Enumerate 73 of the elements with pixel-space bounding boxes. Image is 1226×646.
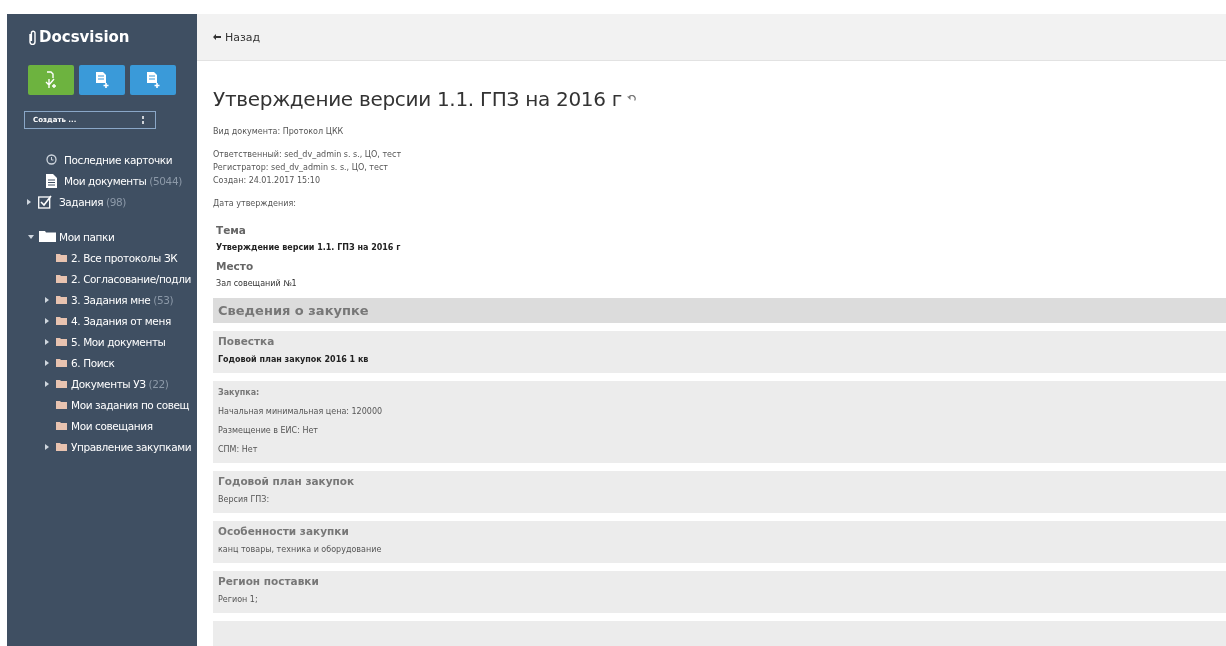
- nav-link[interactable]: Мои документы: [64, 174, 147, 187]
- folder-icon: [56, 337, 67, 346]
- panel-title: Закупка:: [218, 387, 261, 399]
- folder-icon: [56, 421, 67, 430]
- dropdown-arrows-icon: [141, 116, 145, 124]
- document-icon: [46, 173, 57, 188]
- folder-icon: [56, 358, 67, 367]
- folder-icon: [56, 442, 67, 451]
- field-value: Зал совещаний №1: [216, 278, 298, 290]
- expand-arrow-icon[interactable]: [44, 359, 50, 366]
- folder-icon: [39, 231, 57, 242]
- checkbox-icon: [38, 194, 52, 209]
- panel-title: Особенности закупки: [218, 524, 350, 539]
- folder-link[interactable]: Мои задания по совещ: [71, 398, 190, 411]
- folder-link[interactable]: 6. Поиск: [71, 356, 115, 369]
- panel-text: Начальная минимальная цена: 120000: [218, 406, 384, 418]
- document-title: Утверждение версии 1.1. ГПЗ на 2016 г: [213, 87, 622, 111]
- panel-title: Повестка: [218, 334, 276, 349]
- nav-link[interactable]: Последние карточки: [64, 153, 173, 166]
- folder-link[interactable]: Мои совещания: [71, 419, 153, 432]
- folder-link[interactable]: 3. Задания мне: [71, 293, 151, 306]
- panel-title: Годовой план закупок: [218, 474, 356, 489]
- field-label: Тема: [216, 223, 247, 238]
- panel-title: Регион поставки: [218, 574, 320, 589]
- folder-icon: [56, 295, 67, 304]
- create-button[interactable]: [130, 65, 176, 95]
- panel-text: СПМ: Нет: [218, 444, 259, 456]
- item-count: (5044): [149, 174, 182, 187]
- item-count: (53): [153, 293, 174, 306]
- document-add-icon: [94, 71, 110, 89]
- folder-link[interactable]: 2. Согласование/подли: [71, 272, 191, 285]
- folder-link[interactable]: 4. Задания от меня: [71, 314, 171, 327]
- logo-text: Docsvision: [39, 28, 130, 46]
- folder-icon: [56, 400, 67, 409]
- task-add-icon: [43, 71, 59, 89]
- folder-icon: [56, 316, 67, 325]
- panel-text: канц товары, техника и оборудование: [218, 544, 383, 556]
- expand-arrow-icon[interactable]: [44, 443, 50, 450]
- expand-arrow-icon[interactable]: [26, 198, 32, 205]
- panel-text: Версия ГПЗ:: [218, 494, 271, 506]
- expand-arrow-icon[interactable]: [44, 338, 50, 345]
- nav-link[interactable]: Задания: [59, 195, 104, 208]
- expand-arrow-icon[interactable]: [44, 380, 50, 387]
- panel-text: Регион 1;: [218, 594, 259, 606]
- folder-link[interactable]: Документы УЗ: [71, 377, 146, 390]
- panel-text: Размещение в ЕИС: Нет: [218, 425, 319, 437]
- folder-link[interactable]: Мои папки: [59, 230, 115, 243]
- meta-text: Создан: 24.01.2017 15:10: [213, 175, 322, 187]
- meta-text: Ответственный: sed_dv_admin s. s., ЦО, тест: [213, 149, 403, 161]
- create-button[interactable]: [79, 65, 125, 95]
- panel-text: Годовой план закупок 2016 1 кв: [218, 354, 370, 366]
- meta-text: Регистратор: sed_dv_admin s. s., ЦО, тест: [213, 162, 389, 174]
- expand-arrow-icon[interactable]: [44, 317, 50, 324]
- item-count: (98): [106, 195, 127, 208]
- field-label: Место: [216, 259, 255, 274]
- back-link[interactable]: Назад: [213, 30, 261, 44]
- expand-arrow-icon[interactable]: [28, 234, 34, 239]
- folder-link[interactable]: 5. Мои документы: [71, 335, 166, 348]
- field-value: Утверждение версии 1.1. ГПЗ на 2016 г: [216, 242, 402, 254]
- folder-icon: [56, 253, 67, 262]
- folder-icon: [56, 274, 67, 283]
- folder-link[interactable]: Управление закупками: [71, 440, 192, 453]
- folder-icon: [56, 379, 67, 388]
- paperclip-icon: [28, 29, 37, 45]
- section-header: Сведения о закупке: [213, 298, 1226, 323]
- expand-arrow-icon[interactable]: [44, 296, 50, 303]
- back-arrow-icon: [213, 34, 221, 40]
- item-count: (22): [148, 377, 169, 390]
- meta-text: Вид документа: Протокол ЦКК: [213, 126, 345, 138]
- folder-link[interactable]: 2. Все протоколы ЗК: [71, 251, 178, 264]
- meta-text: Дата утверждения:: [213, 198, 297, 210]
- clock-icon: [46, 154, 57, 165]
- document-add-icon: [145, 71, 161, 89]
